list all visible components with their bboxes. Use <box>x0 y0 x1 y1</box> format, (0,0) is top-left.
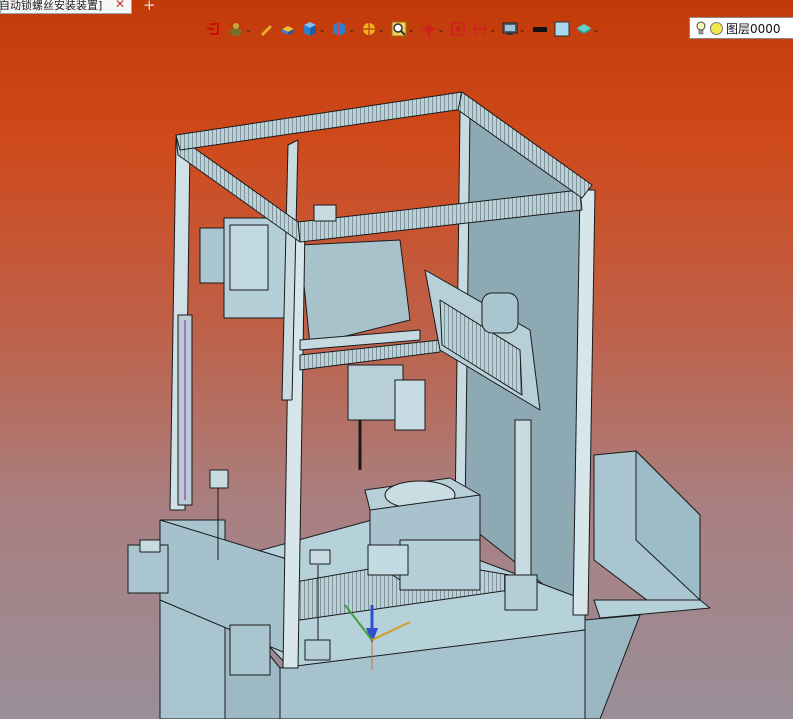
new-tab-button[interactable]: + <box>143 0 156 14</box>
face-color-button[interactable] <box>554 18 570 40</box>
lightbulb-icon[interactable] <box>696 21 706 35</box>
document-tabstrip: 自动锁螺丝安装装置] ✕ + <box>0 0 793 14</box>
chevron-down-icon[interactable]: ⌄ <box>319 25 326 34</box>
box-tool-button[interactable] <box>280 18 296 40</box>
dimension-button[interactable]: ⌄ <box>472 18 496 40</box>
document-tab-title: 自动锁螺丝安装装置] <box>0 0 103 12</box>
line-color-button[interactable] <box>532 18 548 40</box>
3d-viewport[interactable]: 自动锁螺丝安装装置] ✕ + ⌄ ⌄ ⌄ ⌄ ⌄ ⌄ ⌄ ⌄ ⌄ 图层0000 <box>0 0 793 719</box>
chevron-down-icon[interactable]: ⌄ <box>408 25 415 34</box>
view-toolbar: ⌄ ⌄ ⌄ ⌄ ⌄ ⌄ ⌄ ⌄ ⌄ <box>206 17 605 41</box>
top-beam-back <box>175 91 471 151</box>
eraser-icon <box>230 23 242 36</box>
exit-sketch-icon <box>207 23 219 35</box>
face-color-icon <box>554 21 570 37</box>
pencil-icon <box>260 23 274 36</box>
eraser-button[interactable]: ⌄ <box>228 18 252 40</box>
document-tab[interactable]: 自动锁螺丝安装装置] ✕ <box>0 0 132 14</box>
chevron-down-icon[interactable]: ⌄ <box>489 25 496 34</box>
chevron-down-icon[interactable]: ⌄ <box>519 25 526 34</box>
zoom-icon <box>391 21 407 37</box>
layer-name: 图层0000 <box>726 21 781 36</box>
box-tool-icon <box>281 26 294 35</box>
vertical-column <box>514 419 532 581</box>
render-mode-icon <box>363 23 376 35</box>
layer-manager-button[interactable]: ⌄ <box>576 18 600 40</box>
layer-manager-icon <box>576 24 591 34</box>
pencil-button[interactable] <box>258 18 274 40</box>
section-view-button[interactable]: ⌄ <box>331 18 355 40</box>
section-view-icon <box>333 22 346 36</box>
display-button[interactable]: ⌄ <box>502 18 526 40</box>
layer-select[interactable]: 图层0000 <box>689 17 793 39</box>
dimension-icon <box>474 23 486 35</box>
close-icon[interactable]: ✕ <box>115 0 125 11</box>
chevron-down-icon[interactable]: ⌄ <box>593 25 600 34</box>
chevron-down-icon[interactable]: ⌄ <box>245 25 252 34</box>
move-view-button[interactable]: ⌄ <box>421 18 445 40</box>
rotate-view-button[interactable] <box>450 18 466 40</box>
cad-model[interactable] <box>0 0 793 719</box>
cube-view-button[interactable]: ⌄ <box>302 18 326 40</box>
layer-color-swatch[interactable] <box>710 21 723 35</box>
exit-sketch-button[interactable] <box>206 18 222 40</box>
display-icon <box>502 22 518 35</box>
line-color-icon <box>532 27 547 32</box>
move-view-icon <box>421 22 436 36</box>
chevron-down-icon[interactable]: ⌄ <box>438 25 445 34</box>
chevron-down-icon[interactable]: ⌄ <box>348 25 355 34</box>
chevron-down-icon[interactable]: ⌄ <box>378 25 385 34</box>
zoom-button[interactable]: ⌄ <box>391 18 415 40</box>
cube-view-icon <box>303 22 316 36</box>
render-mode-button[interactable]: ⌄ <box>361 18 385 40</box>
rotate-view-icon <box>451 22 465 36</box>
